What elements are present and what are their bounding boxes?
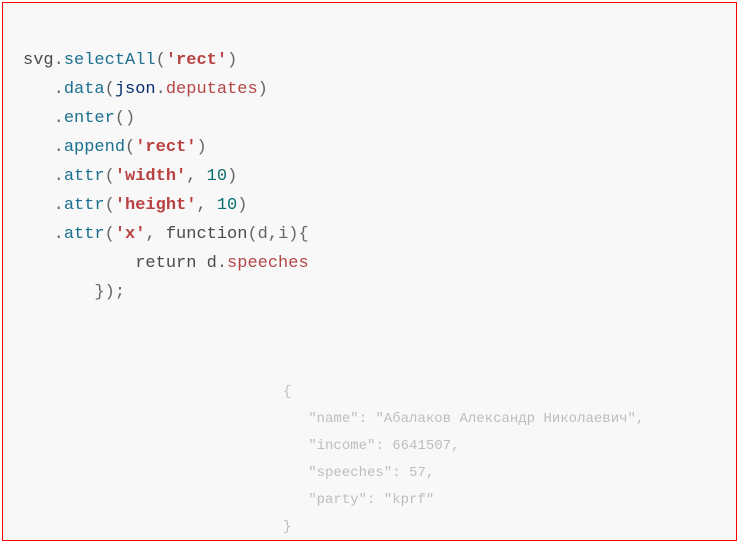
token-attr: attr (64, 167, 105, 186)
code-line-1: svg.selectAll('rect') (23, 51, 237, 70)
indent (283, 411, 308, 427)
token-function: function (166, 225, 248, 244)
json-key-party: "party" (308, 492, 367, 508)
json-value-income: 6641507 (392, 438, 451, 454)
token-dot: . (54, 225, 64, 244)
json-line-speeches: "speeches": 57, (283, 465, 434, 481)
token-num: 10 (207, 167, 227, 186)
indent (23, 225, 54, 244)
indent (283, 465, 308, 481)
code-line-8: return d.speeches (23, 254, 309, 273)
code-line-6: .attr('height', 10) (23, 196, 247, 215)
token-x-string: 'x' (115, 225, 146, 244)
token-attr: attr (64, 225, 105, 244)
json-colon: : (392, 465, 409, 481)
indent (23, 138, 54, 157)
json-line-income: "income": 6641507, (283, 438, 459, 454)
code-line-7: .attr('x', function(d,i){ (23, 225, 309, 244)
token-return: return (135, 254, 206, 273)
code-line-4: .append('rect') (23, 138, 207, 157)
token-paren: ( (105, 167, 115, 186)
token-append: append (64, 138, 125, 157)
token-comma: , (145, 225, 165, 244)
token-dot: . (54, 109, 64, 128)
json-key-speeches: "speeches" (308, 465, 392, 481)
token-paren: ( (105, 225, 115, 244)
token-paren: ( (105, 196, 115, 215)
json-line-name: "name": "Абалаков Александр Николаевич", (283, 411, 644, 427)
indent (23, 80, 54, 99)
json-brace-close: } (283, 519, 291, 535)
json-colon: : (359, 411, 376, 427)
code-block: svg.selectAll('rect') .data(json.deputat… (3, 3, 736, 307)
json-value-name: "Абалаков Александр Николаевич" (375, 411, 635, 427)
json-colon: : (375, 438, 392, 454)
token-enter: enter (64, 109, 115, 128)
token-paren: ) (258, 80, 268, 99)
token-width-string: 'width' (115, 167, 186, 186)
json-comma: , (426, 465, 434, 481)
code-line-3: .enter() (23, 109, 135, 128)
token-close: }); (94, 283, 125, 302)
token-rect-string: 'rect' (135, 138, 196, 157)
token-dot: . (54, 167, 64, 186)
indent (283, 438, 308, 454)
token-rect-string: 'rect' (166, 51, 227, 70)
indent (23, 254, 135, 273)
token-data: data (64, 80, 105, 99)
token-dot: . (54, 51, 64, 70)
json-sample: { "name": "Абалаков Александр Николаевич… (283, 379, 644, 541)
token-dot: . (54, 196, 64, 215)
token-dot: . (217, 254, 227, 273)
json-line-party: "party": "kprf" (283, 492, 434, 508)
token-num: 10 (217, 196, 237, 215)
token-attr: attr (64, 196, 105, 215)
token-selectall: selectAll (64, 51, 156, 70)
token-args: (d,i){ (247, 225, 308, 244)
token-paren: ( (105, 80, 115, 99)
token-paren: ) (125, 109, 135, 128)
token-svg: svg (23, 51, 54, 70)
token-paren: ) (196, 138, 206, 157)
json-value-speeches: 57 (409, 465, 426, 481)
token-deputates: deputates (166, 80, 258, 99)
code-line-2: .data(json.deputates) (23, 80, 268, 99)
token-paren: ( (156, 51, 166, 70)
token-speeches: speeches (227, 254, 309, 273)
token-paren: ) (227, 51, 237, 70)
token-height-string: 'height' (115, 196, 197, 215)
indent (23, 109, 54, 128)
indent (23, 167, 54, 186)
json-value-party: "kprf" (384, 492, 434, 508)
token-dot: . (156, 80, 166, 99)
json-key-name: "name" (308, 411, 358, 427)
token-comma: , (196, 196, 216, 215)
token-paren: ( (115, 109, 125, 128)
json-comma: , (451, 438, 459, 454)
token-comma: , (186, 167, 206, 186)
token-json: json (115, 80, 156, 99)
token-d: d (207, 254, 217, 273)
code-line-9: }); (23, 283, 125, 302)
json-comma: , (636, 411, 644, 427)
json-colon: : (367, 492, 384, 508)
indent (23, 283, 94, 302)
code-line-5: .attr('width', 10) (23, 167, 237, 186)
indent (23, 196, 54, 215)
token-paren: ( (125, 138, 135, 157)
token-paren: ) (237, 196, 247, 215)
json-key-income: "income" (308, 438, 375, 454)
token-dot: . (54, 80, 64, 99)
token-dot: . (54, 138, 64, 157)
token-paren: ) (227, 167, 237, 186)
indent (283, 492, 308, 508)
json-brace-open: { (283, 384, 291, 400)
code-frame: svg.selectAll('rect') .data(json.deputat… (2, 2, 737, 541)
